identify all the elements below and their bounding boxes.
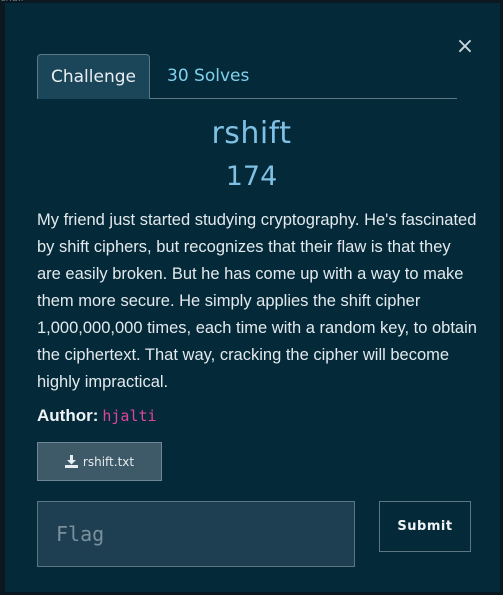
challenge-description: My friend just started studying cryptogr…	[37, 211, 477, 391]
file-name: rshift.txt	[82, 454, 135, 469]
challenge-points: 174	[225, 161, 278, 192]
close-button[interactable]: ×	[455, 35, 475, 59]
tab-solves[interactable]: 30 Solves	[167, 54, 249, 98]
challenge-title: rshift	[211, 116, 292, 151]
author-name: hjalti	[102, 407, 157, 425]
author-label: Author:	[37, 406, 99, 425]
challenge-tabs: Challenge 30 Solves	[37, 54, 457, 99]
submit-button[interactable]: Submit	[379, 501, 471, 552]
download-file-button[interactable]: rshift.txt	[37, 442, 162, 481]
download-icon	[64, 455, 78, 468]
author-line: Author: hjalti	[37, 406, 157, 426]
tab-challenge[interactable]: Challenge	[37, 54, 150, 99]
flag-input[interactable]	[37, 501, 355, 567]
